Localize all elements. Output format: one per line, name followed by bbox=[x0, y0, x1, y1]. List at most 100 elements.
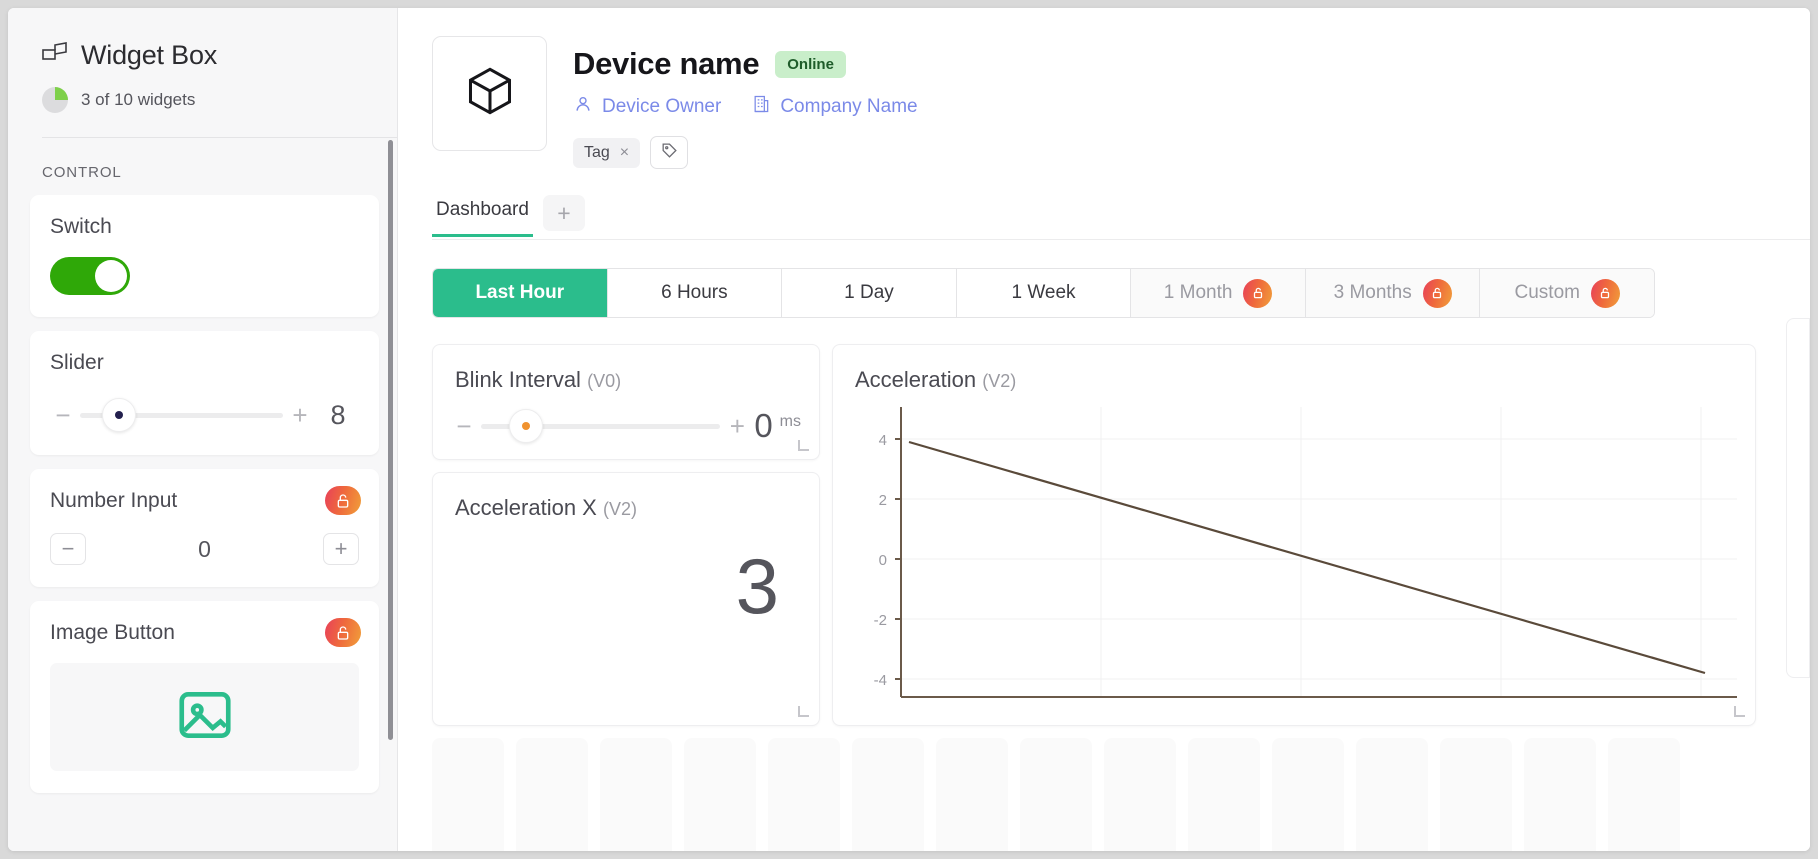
widget-title: Blink Interval (V0) bbox=[433, 345, 819, 393]
tag-remove-icon[interactable]: × bbox=[620, 144, 629, 162]
widget-placeholder bbox=[1020, 738, 1092, 851]
y-tick-label: 4 bbox=[879, 432, 887, 449]
add-tag-button[interactable] bbox=[650, 136, 689, 169]
y-tick-label: 0 bbox=[879, 552, 887, 569]
blink-unit: ms bbox=[779, 413, 801, 430]
chart-axis bbox=[895, 407, 1737, 698]
widget-usage-pie-icon bbox=[42, 87, 68, 113]
tab-dashboard[interactable]: Dashboard bbox=[432, 199, 533, 237]
company-link[interactable]: Company Name bbox=[751, 94, 918, 120]
range-tab-label: 3 Months bbox=[1333, 282, 1412, 303]
widget-blink-interval[interactable]: Blink Interval (V0) − + 0 ms bbox=[432, 344, 820, 460]
range-tab-label: Last Hour bbox=[475, 282, 565, 303]
blink-slider-handle[interactable] bbox=[509, 409, 543, 443]
tag-label: Tag bbox=[584, 143, 610, 161]
widget-card-title: Image Button bbox=[50, 621, 175, 644]
widget-placeholder bbox=[684, 738, 756, 851]
range-tab-label: 1 Day bbox=[844, 282, 894, 303]
widget-partial-right[interactable] bbox=[1786, 318, 1810, 678]
slider-row: − + 8 bbox=[50, 397, 359, 433]
time-range-tabs: Last Hour 6 Hours 1 Day 1 Week 1 Month 3… bbox=[432, 268, 1655, 318]
widget-placeholder bbox=[1524, 738, 1596, 851]
range-tab-label: Custom bbox=[1514, 282, 1580, 303]
slider-decrement-button[interactable]: − bbox=[50, 402, 76, 428]
widget-card-title: Number Input bbox=[50, 489, 178, 512]
chart-plot-area: 4 2 0 -2 -4 bbox=[861, 407, 1737, 705]
range-tab-3-months[interactable]: 3 Months bbox=[1305, 269, 1481, 317]
dashboard-tabs: Dashboard + bbox=[432, 195, 1810, 240]
device-owner-label: Device Owner bbox=[602, 96, 722, 117]
widget-placeholder bbox=[432, 738, 504, 851]
widget-resize-handle[interactable] bbox=[798, 706, 809, 717]
add-dashboard-button[interactable]: + bbox=[542, 195, 585, 231]
range-tab-1-week[interactable]: 1 Week bbox=[957, 269, 1132, 317]
lock-icon[interactable] bbox=[325, 618, 361, 647]
sidebar-scrollbar[interactable] bbox=[388, 140, 393, 740]
widget-card-number-input[interactable]: Number Input − 0 + bbox=[30, 469, 379, 587]
widget-grid: Blink Interval (V0) − + 0 ms Acceleratio… bbox=[432, 344, 1810, 726]
widget-pin: (V2) bbox=[602, 499, 637, 519]
number-stepper: − 0 + bbox=[50, 533, 359, 565]
widget-placeholder bbox=[1188, 738, 1260, 851]
blink-value: 0 bbox=[754, 407, 773, 444]
device-owner-link[interactable]: Device Owner bbox=[573, 94, 721, 120]
range-tab-custom[interactable]: Custom bbox=[1480, 269, 1654, 317]
switch-knob bbox=[95, 260, 127, 292]
y-tick-label: -4 bbox=[874, 672, 887, 689]
slider-track[interactable] bbox=[80, 397, 283, 433]
widget-placeholder bbox=[852, 738, 924, 851]
slider-increment-button[interactable]: + bbox=[287, 402, 313, 428]
range-tab-1-day[interactable]: 1 Day bbox=[782, 269, 957, 317]
chart-grid bbox=[901, 407, 1737, 697]
chart-svg: 4 2 0 -2 -4 bbox=[874, 407, 1737, 698]
widget-box-icon bbox=[42, 41, 68, 70]
lock-icon bbox=[1590, 278, 1620, 308]
range-tab-1-month[interactable]: 1 Month bbox=[1131, 269, 1306, 317]
y-tick-label: -2 bbox=[874, 612, 887, 629]
widget-card-slider[interactable]: Slider − + 8 bbox=[30, 331, 379, 455]
widget-placeholder bbox=[1608, 738, 1680, 851]
device-name: Device name bbox=[573, 46, 760, 81]
range-tab-6-hours[interactable]: 6 Hours bbox=[608, 269, 783, 317]
widget-title-text: Acceleration bbox=[855, 367, 977, 392]
widget-box-header: Widget Box 3 of 10 widgets bbox=[8, 8, 397, 138]
main-content: Device name Online Device Owner Company … bbox=[398, 8, 1810, 851]
lock-icon[interactable] bbox=[325, 486, 361, 515]
widget-title-text: Acceleration X bbox=[455, 495, 597, 520]
image-button-preview[interactable] bbox=[50, 663, 359, 771]
widget-card-image-button[interactable]: Image Button bbox=[30, 601, 379, 793]
number-decrement-button[interactable]: − bbox=[50, 533, 86, 565]
slider-handle-dot bbox=[115, 411, 123, 419]
slider-handle[interactable] bbox=[102, 398, 136, 432]
blink-slider-track[interactable] bbox=[481, 408, 721, 444]
widget-placeholder bbox=[936, 738, 1008, 851]
widget-placeholder bbox=[768, 738, 840, 851]
blink-increment-button[interactable]: + bbox=[724, 413, 750, 439]
widget-count-row: 3 of 10 widgets bbox=[42, 87, 397, 113]
widget-resize-handle[interactable] bbox=[798, 440, 809, 451]
number-increment-button[interactable]: + bbox=[323, 533, 359, 565]
switch-toggle[interactable] bbox=[50, 257, 130, 295]
tag-chip[interactable]: Tag × bbox=[573, 137, 641, 168]
widget-acceleration-chart[interactable]: Acceleration (V2) 4 2 0 -2 -4 bbox=[832, 344, 1756, 726]
widget-card-switch[interactable]: Switch bbox=[30, 195, 379, 317]
device-thumbnail[interactable] bbox=[432, 36, 547, 151]
lock-icon bbox=[1243, 278, 1273, 308]
company-label: Company Name bbox=[780, 96, 918, 117]
blink-decrement-button[interactable]: − bbox=[451, 413, 477, 439]
widget-box-sidebar: Widget Box 3 of 10 widgets CONTROL Switc… bbox=[8, 8, 398, 851]
range-tab-last-hour[interactable]: Last Hour bbox=[433, 269, 608, 317]
y-tick-label: 2 bbox=[879, 492, 887, 509]
widget-acceleration-x[interactable]: Acceleration X (V2) 3 bbox=[432, 472, 820, 726]
acceleration-x-value: 3 bbox=[735, 542, 779, 630]
app-window: Widget Box 3 of 10 widgets CONTROL Switc… bbox=[8, 8, 1810, 851]
widget-placeholder bbox=[1356, 738, 1428, 851]
lock-icon bbox=[1422, 278, 1452, 308]
widget-resize-handle[interactable] bbox=[1734, 706, 1745, 717]
widget-pin: (V0) bbox=[587, 371, 622, 391]
widget-title: Acceleration (V2) bbox=[833, 345, 1755, 393]
tag-icon bbox=[660, 141, 679, 165]
widget-card-title: Switch bbox=[50, 215, 112, 238]
widget-placeholder-row bbox=[432, 738, 1810, 851]
widget-placeholder bbox=[516, 738, 588, 851]
